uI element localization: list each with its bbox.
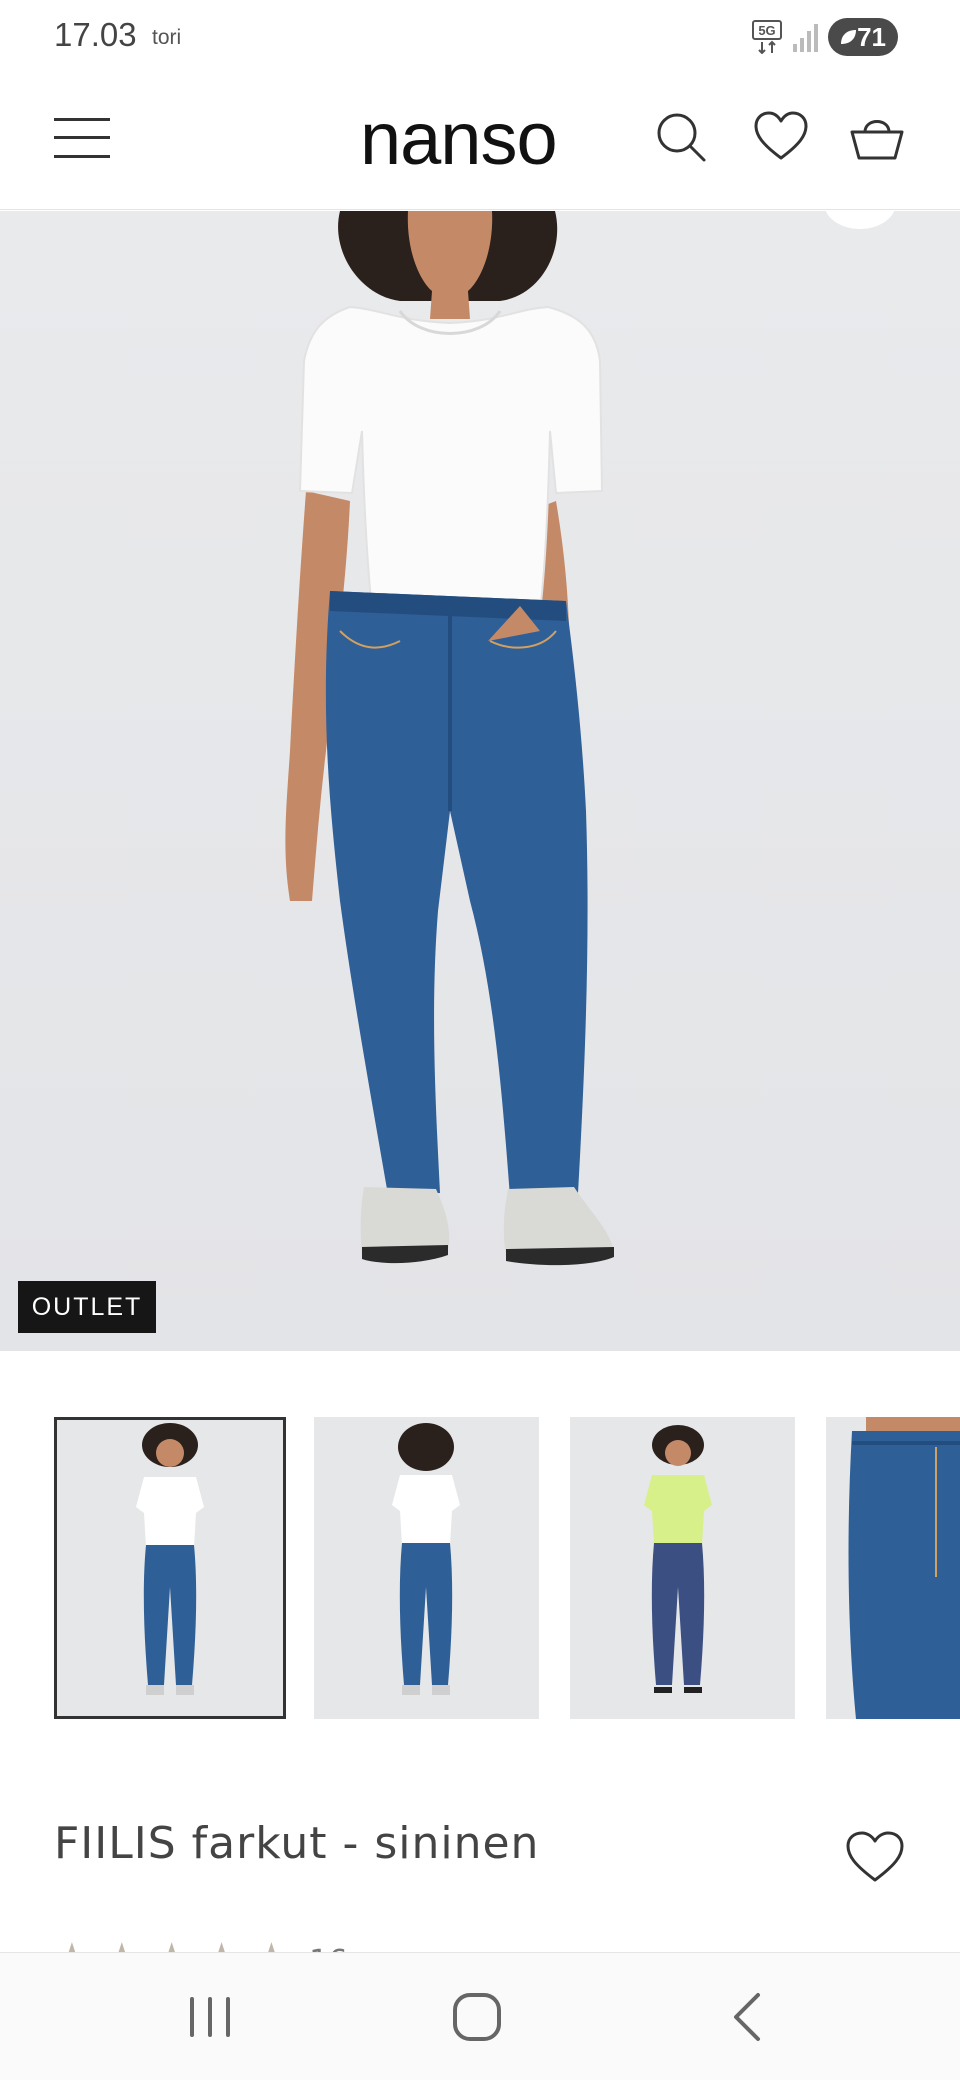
system-nav-bar xyxy=(0,1952,960,2080)
thumbnail-image xyxy=(54,1417,286,1719)
back-icon[interactable] xyxy=(718,1987,778,2047)
thumbnail-3[interactable] xyxy=(570,1417,795,1719)
thumbnail-2[interactable] xyxy=(314,1417,539,1719)
battery-indicator: 71 xyxy=(828,18,898,56)
thumbnail-carousel[interactable] xyxy=(0,1417,960,1721)
heart-icon[interactable] xyxy=(752,108,810,166)
product-hero-image[interactable]: OUTLET xyxy=(0,211,960,1351)
status-day: tori xyxy=(152,26,182,49)
svg-text:5G: 5G xyxy=(758,23,775,38)
battery-level: 71 xyxy=(857,22,886,52)
app-header: nanso xyxy=(0,76,960,210)
home-icon[interactable] xyxy=(447,1987,507,2047)
thumbnail-image xyxy=(570,1417,795,1719)
thumbnail-4[interactable] xyxy=(826,1417,960,1719)
menu-button[interactable] xyxy=(52,114,112,164)
search-icon[interactable] xyxy=(652,108,710,166)
thumbnail-image xyxy=(314,1417,539,1719)
status-bar: 17.03 tori 5G 71 xyxy=(0,0,960,76)
status-time: 17.03 xyxy=(54,16,137,53)
outlet-badge: OUTLET xyxy=(18,1281,156,1333)
product-title: FIILIS farkut - sininen xyxy=(54,1818,540,1869)
brand-logo[interactable]: nanso xyxy=(360,94,600,184)
power-saving-icon xyxy=(841,30,856,44)
thumbnail-image xyxy=(826,1417,960,1719)
network-5g-icon: 5G xyxy=(752,20,782,54)
basket-icon[interactable] xyxy=(848,108,906,166)
recents-icon[interactable] xyxy=(180,1987,240,2047)
favorite-heart-icon[interactable] xyxy=(844,1828,906,1886)
model-illustration xyxy=(0,211,960,1351)
thumbnail-1[interactable] xyxy=(54,1417,286,1719)
signal-icon xyxy=(793,24,818,52)
